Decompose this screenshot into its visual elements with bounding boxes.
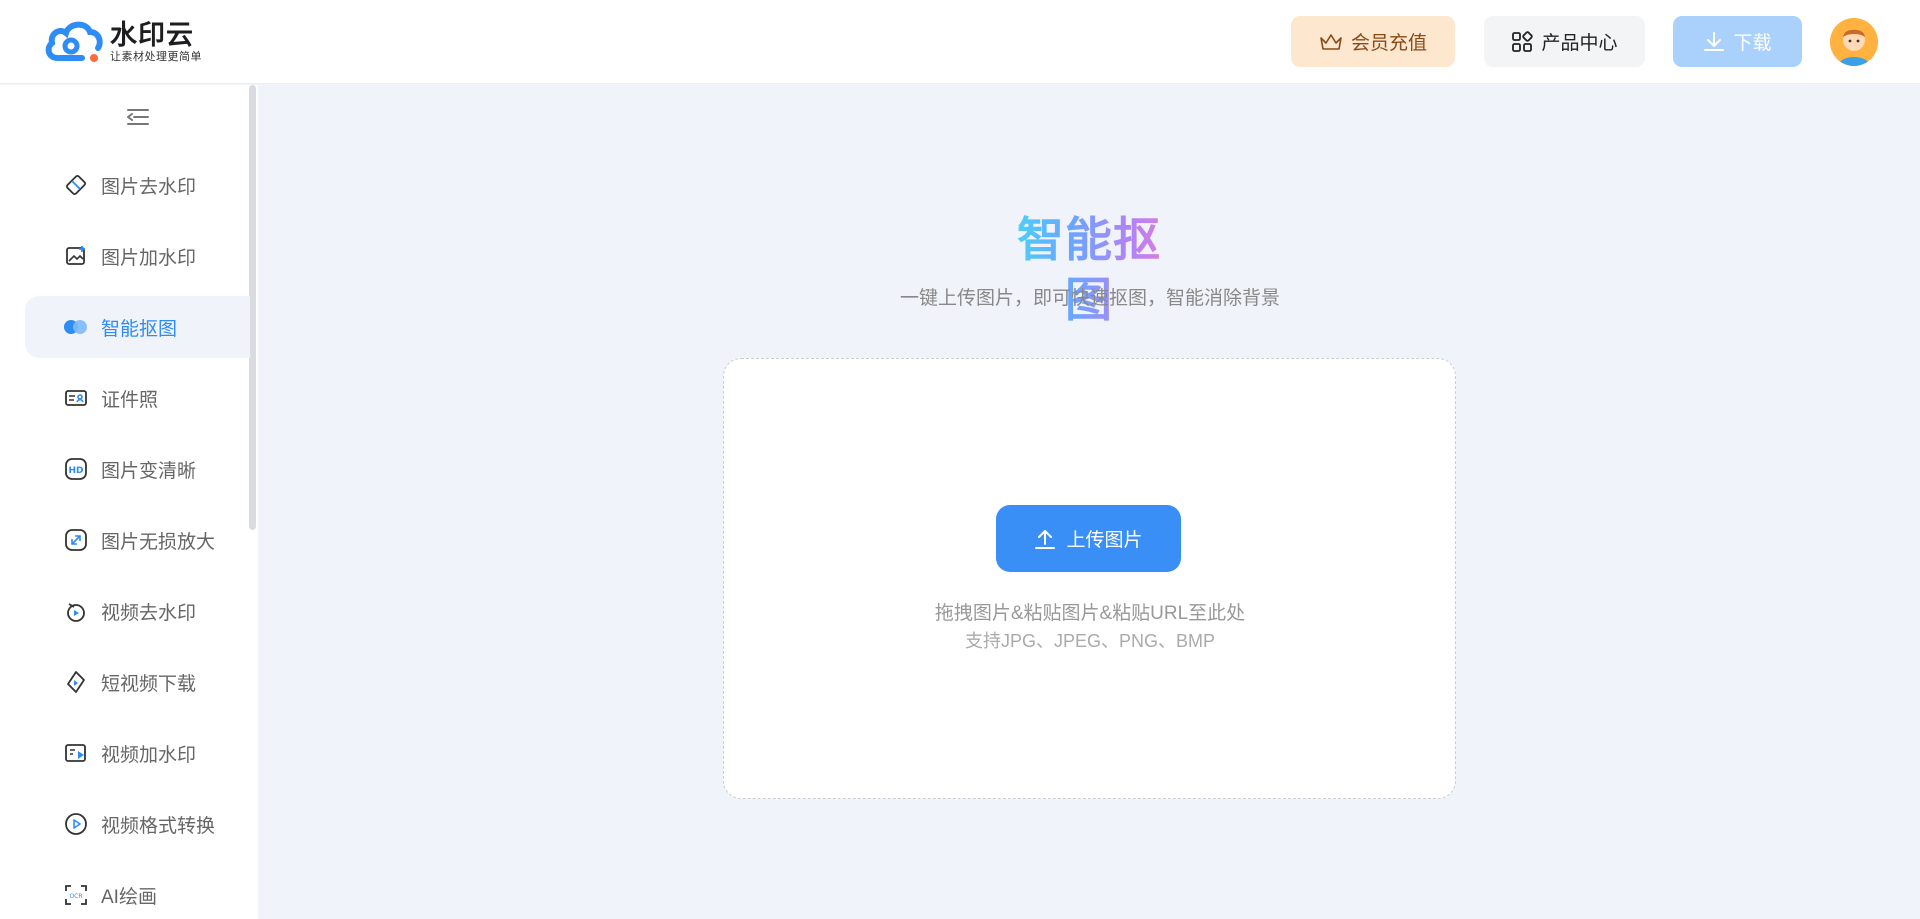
avatar[interactable] <box>1830 18 1878 66</box>
download-icon <box>1703 31 1725 53</box>
sidebar-item-lossless-enlarge[interactable]: 图片无损放大 <box>25 509 250 571</box>
sidebar-scrollbar[interactable] <box>249 85 256 530</box>
id-card-icon <box>63 385 89 411</box>
short-video-download-icon <box>63 669 89 695</box>
sidebar-item-label: 证件照 <box>101 389 159 411</box>
page-title-text: 智能抠图 <box>998 210 1180 330</box>
matting-icon <box>63 314 89 340</box>
sidebar-item-add-watermark[interactable]: 图片加水印 <box>25 225 250 287</box>
sidebar-item-label: AI绘画 <box>101 886 157 908</box>
upload-image-button[interactable]: 上传图片 <box>996 505 1181 572</box>
sidebar-item-label: 图片变清晰 <box>101 460 197 482</box>
sidebar-item-label: 智能抠图 <box>101 318 178 340</box>
video-convert-icon <box>63 811 89 837</box>
sidebar: 图片去水印 图片加水印 智能抠图 证件照 HD 图片变清晰 图片无损放大 视频去… <box>0 85 258 919</box>
sidebar-item-label: 视频格式转换 <box>101 815 216 837</box>
top-header: 水印云 让素材处理更简单 会员充值 产品中心 下载 <box>0 0 1920 84</box>
svg-text:OCR: OCR <box>69 893 82 900</box>
hd-icon: HD <box>63 456 89 482</box>
page-title: 智能抠图 <box>998 210 1180 326</box>
sidebar-item-label: 图片无损放大 <box>101 531 216 553</box>
enlarge-icon <box>63 527 89 553</box>
ai-paint-icon: OCR <box>63 882 89 908</box>
sidebar-item-label: 短视频下载 <box>101 673 197 695</box>
crown-icon <box>1319 32 1343 52</box>
menu-collapse-icon[interactable] <box>124 103 152 131</box>
cloud-logo-icon <box>42 18 106 66</box>
upload-dropzone[interactable] <box>723 358 1456 799</box>
svg-text:HD: HD <box>68 466 83 476</box>
vip-recharge-button[interactable]: 会员充值 <box>1291 16 1455 67</box>
product-center-button[interactable]: 产品中心 <box>1484 16 1645 67</box>
sidebar-item-video-format-convert[interactable]: 视频格式转换 <box>25 793 250 855</box>
sidebar-item-label: 图片去水印 <box>101 176 197 198</box>
grid-apps-icon <box>1511 30 1534 53</box>
download-button[interactable]: 下载 <box>1673 16 1802 67</box>
product-center-label: 产品中心 <box>1541 33 1618 54</box>
sidebar-item-label: 视频去水印 <box>101 602 197 624</box>
eraser-icon <box>63 172 89 198</box>
sidebar-item-image-clear[interactable]: HD 图片变清晰 <box>25 438 250 500</box>
sidebar-item-label: 图片加水印 <box>101 247 197 269</box>
sidebar-item-video-remove-watermark[interactable]: 视频去水印 <box>25 580 250 642</box>
sidebar-item-video-add-watermark[interactable]: 视频加水印 <box>25 722 250 784</box>
sidebar-item-remove-watermark[interactable]: 图片去水印 <box>25 154 250 216</box>
sidebar-item-ai-painting[interactable]: OCR AI绘画 <box>25 864 250 919</box>
logo-name: 水印云 <box>110 20 194 50</box>
vip-recharge-label: 会员充值 <box>1350 33 1427 54</box>
logo-slogan: 让素材处理更简单 <box>110 51 202 63</box>
video-add-icon <box>63 740 89 766</box>
sidebar-item-label: 视频加水印 <box>101 744 197 766</box>
upload-icon <box>1034 528 1056 550</box>
download-label: 下载 <box>1733 33 1772 54</box>
sidebar-item-short-video-download[interactable]: 短视频下载 <box>25 651 250 713</box>
upload-image-label: 上传图片 <box>1066 530 1143 551</box>
page-subtitle: 一键上传图片，即可快速抠图，智能消除背景 <box>899 288 1280 309</box>
supported-formats: 支持JPG、JPEG、PNG、BMP <box>964 631 1216 651</box>
upload-hint: 拖拽图片&粘贴图片&粘贴URL至此处 <box>934 603 1246 624</box>
video-eraser-icon <box>63 598 89 624</box>
logo[interactable]: 水印云 让素材处理更简单 <box>42 18 202 66</box>
image-add-icon <box>63 243 89 269</box>
sidebar-item-smart-matting[interactable]: 智能抠图 <box>25 296 250 358</box>
sidebar-item-id-photo[interactable]: 证件照 <box>25 367 250 429</box>
